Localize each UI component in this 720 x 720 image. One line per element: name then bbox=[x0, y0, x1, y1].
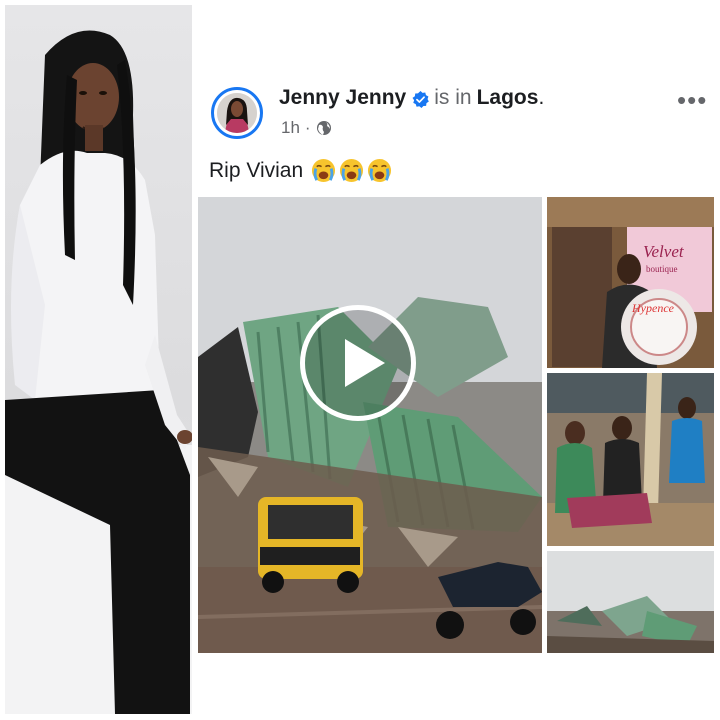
checkin-text: is in bbox=[434, 86, 472, 109]
globe-icon[interactable] bbox=[316, 120, 332, 136]
wreath-text: Hypence bbox=[631, 301, 675, 315]
author-name[interactable]: Jenny Jenny bbox=[279, 86, 406, 110]
play-icon bbox=[345, 339, 385, 387]
location-link[interactable]: Lagos bbox=[477, 86, 539, 110]
crying-face-icon bbox=[340, 158, 364, 183]
header-period: . bbox=[538, 86, 545, 109]
shop-sign-line1: Velvet bbox=[643, 242, 685, 261]
portrait-photo bbox=[5, 5, 192, 714]
woman-holding-wreath-photo[interactable]: Velvet boutique Hypence bbox=[547, 197, 714, 368]
author-avatar[interactable] bbox=[211, 87, 263, 139]
facebook-post: Jenny Jenny is in Lagos . 1h · ••• Rip V… bbox=[197, 0, 720, 720]
mourning-family-photo[interactable] bbox=[547, 373, 714, 546]
collapsed-building-photo[interactable] bbox=[547, 551, 714, 653]
post-message-text: Rip Vivian bbox=[209, 158, 304, 182]
collapsed-building-video[interactable] bbox=[198, 197, 542, 653]
crying-face-icon bbox=[368, 158, 392, 183]
post-message: Rip Vivian bbox=[209, 158, 392, 183]
post-time[interactable]: 1h bbox=[281, 118, 300, 138]
more-options-button[interactable]: ••• bbox=[677, 85, 707, 116]
verified-badge-icon bbox=[412, 90, 430, 108]
crying-face-icon bbox=[312, 158, 336, 183]
post-header-line: Jenny Jenny is in Lagos . bbox=[279, 86, 544, 110]
meta-separator: · bbox=[304, 118, 311, 137]
shop-sign-line2: boutique bbox=[646, 264, 678, 274]
play-button[interactable] bbox=[300, 305, 416, 421]
emoji-group bbox=[311, 158, 392, 183]
post-meta: 1h · bbox=[281, 118, 332, 138]
avatar-photo bbox=[217, 93, 257, 133]
